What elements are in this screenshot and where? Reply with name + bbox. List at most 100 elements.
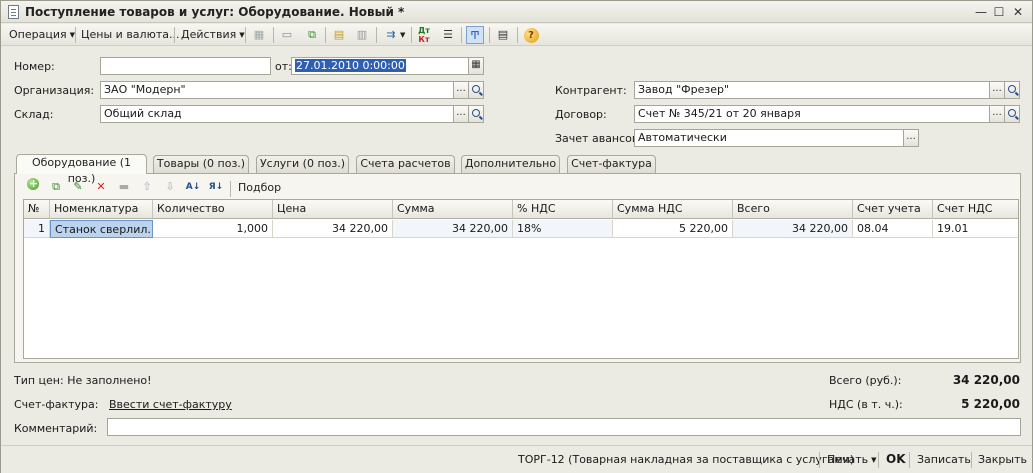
table-cell-quantity[interactable]: 1,000 — [153, 220, 273, 238]
comment-field[interactable] — [107, 418, 1021, 436]
column-header-vat-account[interactable]: Счет НДС — [933, 200, 1018, 219]
tab-additional[interactable]: Дополнительно — [461, 155, 560, 173]
toolbar-separator — [325, 27, 326, 43]
tab-invoice[interactable]: Счет-фактура — [567, 155, 656, 173]
fill-document-icon[interactable]: ▤ — [330, 26, 348, 44]
structure-icon[interactable]: ▥ — [353, 26, 371, 44]
tab-services[interactable]: Услуги (0 поз.) — [256, 155, 349, 173]
title-bar: Поступление товаров и услуг: Оборудовани… — [1, 1, 1032, 23]
advance-offset-field[interactable]: Автоматически — [634, 129, 904, 147]
copy-document-icon[interactable]: ⧉ — [303, 26, 321, 44]
ok-button[interactable]: OK — [886, 452, 906, 466]
chevron-down-icon[interactable]: ▼ — [400, 27, 405, 43]
organization-select-button[interactable]: ... — [453, 81, 469, 99]
table-cell-vat-sum[interactable]: 5 220,00 — [613, 220, 733, 238]
number-field[interactable] — [100, 57, 271, 75]
print-menu-label: Печать — [827, 453, 869, 466]
date-label: от: — [275, 60, 292, 73]
table-cell-account[interactable]: 08.04 — [853, 220, 933, 238]
sort-ascending-icon[interactable]: А↓ — [184, 178, 202, 196]
warehouse-open-button[interactable] — [468, 105, 484, 123]
warehouse-label: Склад: — [14, 108, 54, 121]
organization-field[interactable]: ЗАО "Модерн" — [100, 81, 454, 99]
sort-descending-icon[interactable]: Я↓ — [207, 178, 225, 196]
hierarchy-icon[interactable]: Ͳ — [466, 26, 484, 44]
comment-label: Комментарий: — [14, 422, 98, 435]
contract-open-button[interactable] — [1004, 105, 1020, 123]
operation-menu-label: Операция — [9, 28, 67, 41]
column-header-account[interactable]: Счет учета — [853, 200, 933, 219]
table-cell-total[interactable]: 34 220,00 — [733, 220, 853, 238]
post-icon[interactable]: ▦ — [250, 26, 268, 44]
debit-credit-icon[interactable]: Дт Кт — [415, 26, 433, 44]
document-window: Поступление товаров и услуг: Оборудовани… — [0, 0, 1033, 473]
torg12-print-button[interactable]: ТОРГ-12 (Товарная накладная за поставщик… — [518, 453, 854, 466]
print-menu[interactable]: Печать ▼ — [827, 453, 877, 466]
maximize-button[interactable]: ☐ — [991, 4, 1007, 20]
column-header-price[interactable]: Цена — [273, 200, 393, 219]
column-header-total[interactable]: Всего — [733, 200, 853, 219]
add-row-icon[interactable] — [24, 175, 42, 196]
tab-settlement-accounts[interactable]: Счета расчетов — [356, 155, 455, 173]
tab-equipment[interactable]: Оборудование (1 поз.) — [16, 154, 147, 185]
column-header-vat-rate[interactable]: % НДС — [513, 200, 613, 219]
chevron-down-icon: ▼ — [239, 31, 245, 39]
actions-menu[interactable]: Действия ▼ — [181, 27, 245, 43]
number-label: Номер: — [14, 60, 55, 73]
enter-invoice-link[interactable]: Ввести счет-фактуру — [109, 398, 232, 411]
table-cell-price[interactable]: 34 220,00 — [273, 220, 393, 238]
close-window-button[interactable]: ✕ — [1010, 4, 1026, 20]
main-toolbar: Операция ▼ Цены и валюта... Действия ▼ ▦ ▭… — [1, 24, 1032, 46]
tab-goods[interactable]: Товары (0 поз.) — [153, 155, 249, 173]
table-cell-number[interactable]: 1 — [24, 220, 50, 238]
warehouse-field[interactable]: Общий склад — [100, 105, 454, 123]
toolbar-separator — [411, 27, 412, 43]
toolbar-separator — [230, 181, 231, 197]
unpost-icon[interactable]: ▭ — [278, 26, 296, 44]
journal-icon[interactable]: ☰ — [439, 26, 457, 44]
list-settings-icon[interactable]: ▤ — [494, 26, 512, 44]
pick-button[interactable]: Подбор — [238, 180, 281, 196]
toolbar-separator — [245, 27, 246, 43]
table-cell-item[interactable]: Станок сверлил... — [50, 220, 153, 238]
contractor-field[interactable]: Завод "Фрезер" — [634, 81, 990, 99]
column-header-vat-sum[interactable]: Сумма НДС — [613, 200, 733, 219]
column-header-sum[interactable]: Сумма — [393, 200, 513, 219]
advance-offset-select-button[interactable]: ... — [903, 129, 919, 147]
contract-field[interactable]: Счет № 345/21 от 20 января — [634, 105, 990, 123]
toolbar-separator — [461, 27, 462, 43]
table-cell-vat-account[interactable]: 19.01 — [933, 220, 1018, 238]
date-field[interactable]: 27.01.2010 0:00:00 — [291, 57, 469, 75]
column-header-quantity[interactable]: Количество — [153, 200, 273, 219]
vat-value: 5 220,00 — [961, 397, 1020, 411]
contractor-select-button[interactable]: ... — [989, 81, 1005, 99]
toolbar-separator — [489, 27, 490, 43]
toolbar-separator — [819, 452, 820, 468]
create-based-on-icon[interactable]: ⇉ — [382, 26, 400, 44]
organization-open-button[interactable] — [468, 81, 484, 99]
actions-menu-label: Действия — [181, 28, 237, 41]
contract-select-button[interactable]: ... — [989, 105, 1005, 123]
vat-label: НДС (в т. ч.): — [829, 398, 903, 411]
price-type-label[interactable]: Тип цен: Не заполнено! — [14, 374, 152, 387]
toolbar-separator — [909, 452, 910, 468]
move-down-icon[interactable]: ⇩ — [161, 178, 179, 196]
column-header-number[interactable]: № — [24, 200, 50, 219]
save-button[interactable]: Записать — [917, 453, 971, 466]
operation-menu[interactable]: Операция ▼ — [9, 27, 75, 43]
end-edit-icon[interactable]: ▬ — [115, 178, 133, 196]
help-icon[interactable]: ? — [522, 26, 540, 44]
copy-row-icon[interactable]: ⧉ — [47, 178, 65, 196]
table-cell-vat-rate[interactable]: 18% — [513, 220, 613, 238]
table-cell-sum[interactable]: 34 220,00 — [393, 220, 513, 238]
warehouse-select-button[interactable]: ... — [453, 105, 469, 123]
total-value: 34 220,00 — [952, 373, 1020, 387]
document-icon — [8, 5, 19, 19]
contractor-open-button[interactable] — [1004, 81, 1020, 99]
calendar-button[interactable]: ▦ — [468, 57, 484, 75]
prices-currency-button[interactable]: Цены и валюта... — [81, 27, 179, 43]
close-button[interactable]: Закрыть — [978, 453, 1027, 466]
column-header-item[interactable]: Номенклатура — [50, 200, 153, 219]
move-up-icon[interactable]: ⇧ — [138, 178, 156, 196]
minimize-button[interactable]: — — [973, 4, 989, 20]
